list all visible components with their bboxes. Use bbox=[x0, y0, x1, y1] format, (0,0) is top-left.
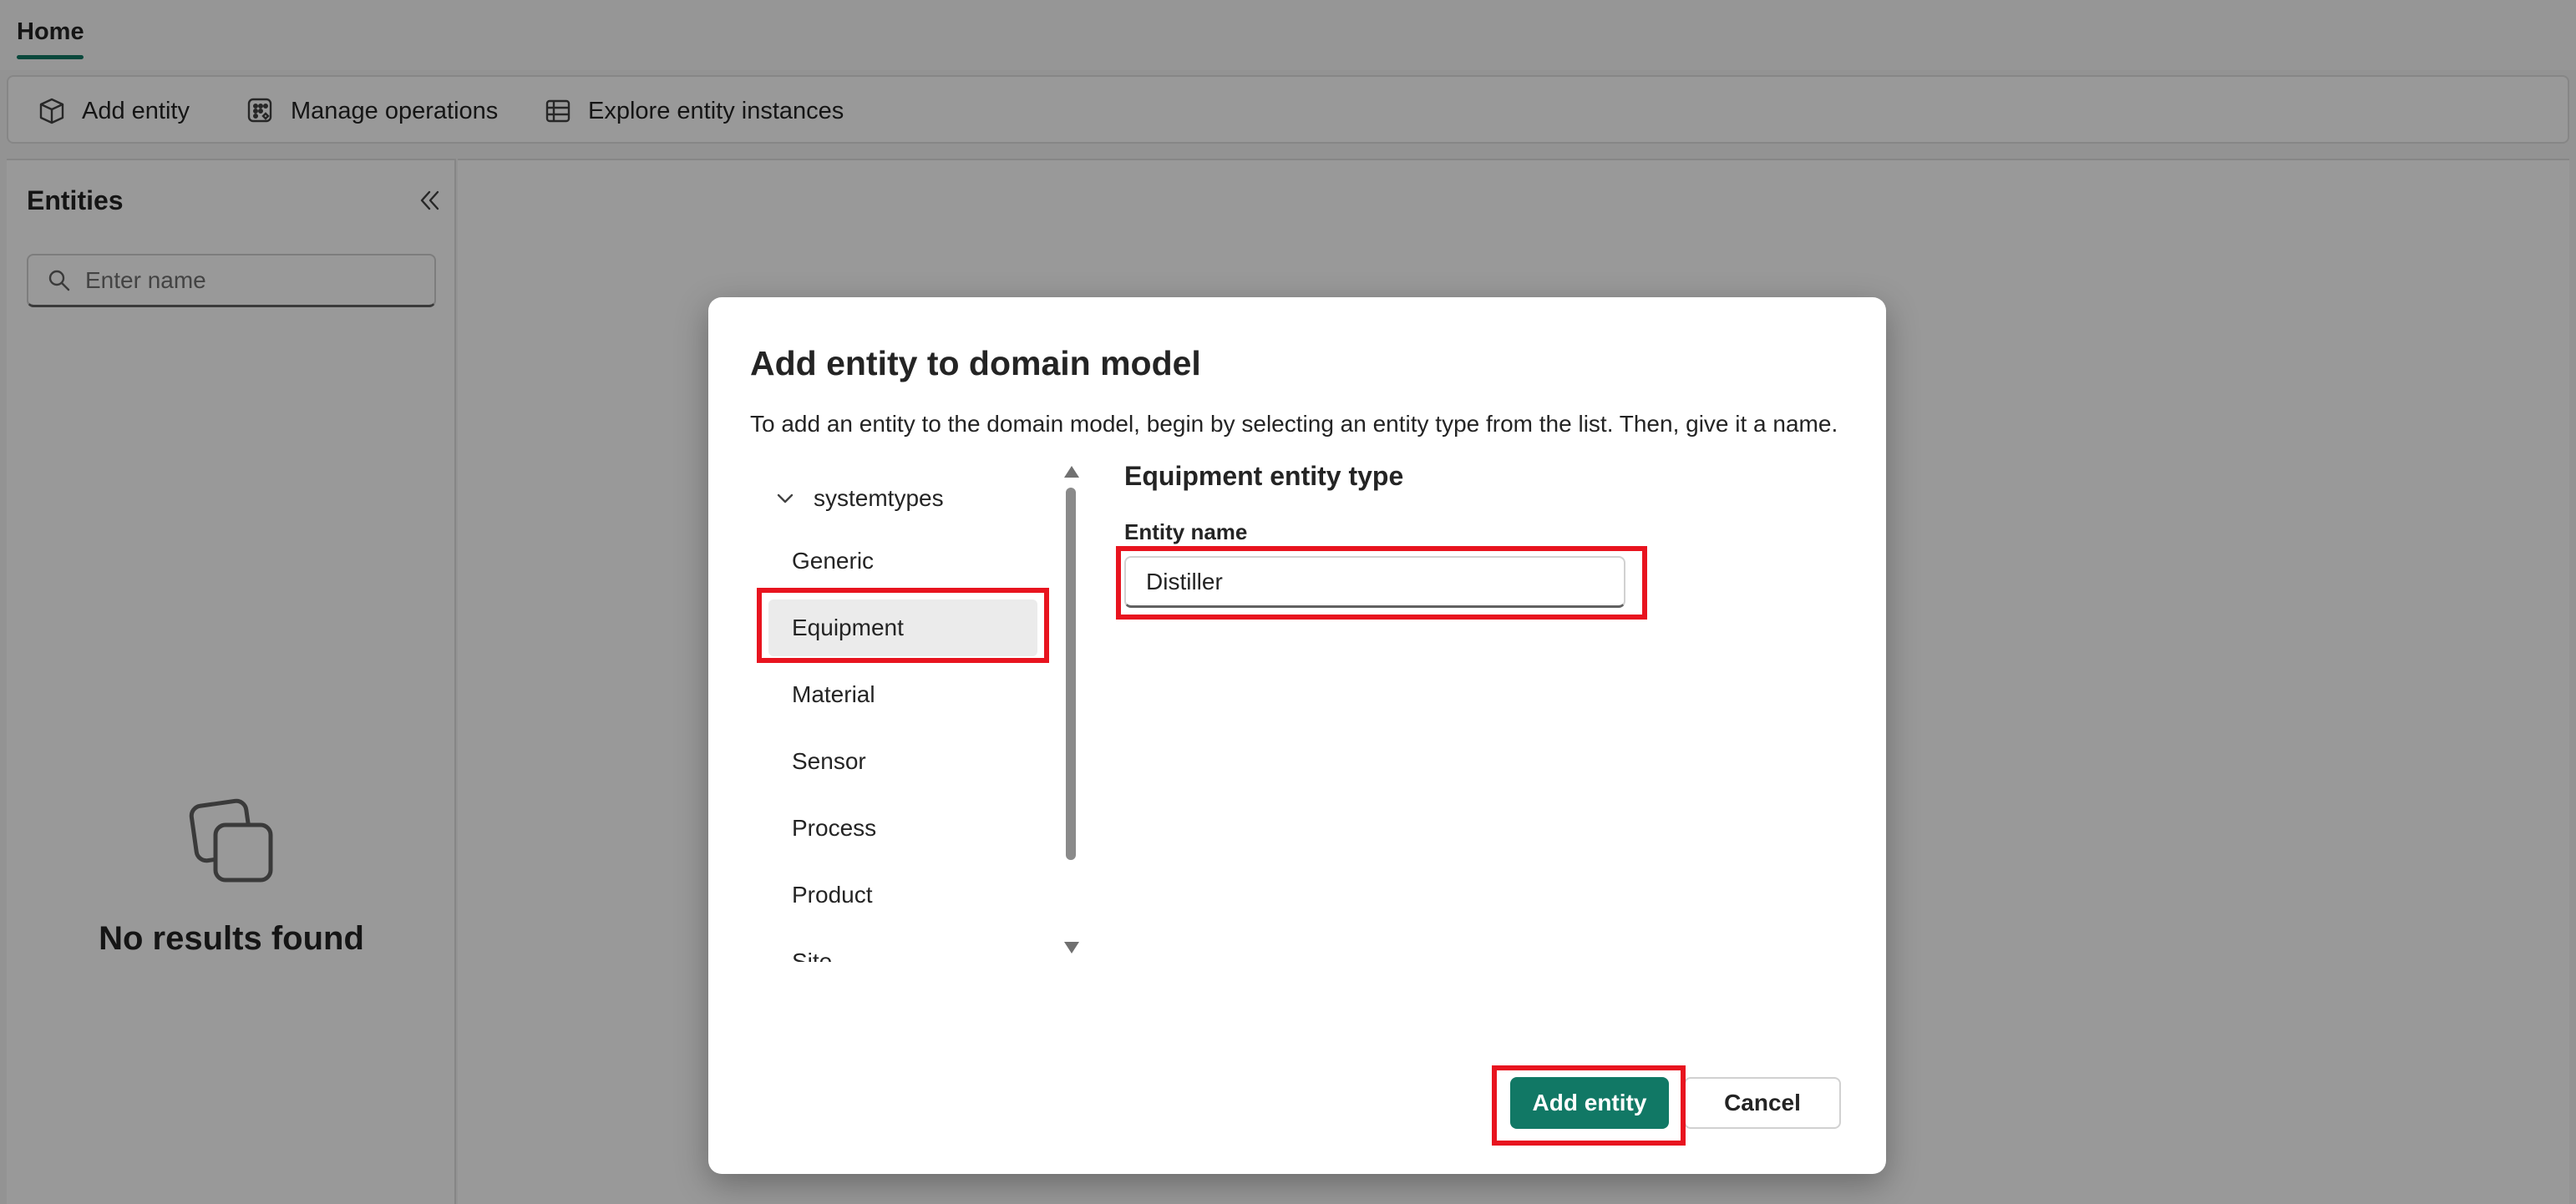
tree-item-process[interactable]: Process bbox=[768, 800, 1037, 857]
scrollbar-thumb[interactable] bbox=[1066, 488, 1076, 860]
cancel-button[interactable]: Cancel bbox=[1684, 1077, 1841, 1129]
chevron-down-icon bbox=[777, 493, 794, 503]
tree-root-label: systemtypes bbox=[814, 485, 944, 511]
entity-type-tree: systemtypes Generic Equipment Material S… bbox=[758, 466, 1084, 962]
tree-item-site[interactable]: Site bbox=[768, 933, 1037, 962]
add-entity-dialog: Add entity to domain model To add an ent… bbox=[708, 297, 1886, 1174]
tree-item-material[interactable]: Material bbox=[768, 666, 1037, 723]
entity-name-input[interactable] bbox=[1124, 556, 1625, 608]
scroll-up-arrow-icon[interactable] bbox=[1064, 466, 1079, 478]
dialog-description: To add an entity to the domain model, be… bbox=[750, 411, 1838, 437]
tree-item-generic[interactable]: Generic bbox=[768, 533, 1037, 589]
add-entity-button[interactable]: Add entity bbox=[1510, 1077, 1669, 1129]
tree-item-sensor[interactable]: Sensor bbox=[768, 733, 1037, 790]
tree-item-equipment[interactable]: Equipment bbox=[768, 599, 1037, 656]
tree-item-product[interactable]: Product bbox=[768, 867, 1037, 923]
entity-name-label: Entity name bbox=[1124, 519, 1248, 544]
tree-scrollbar[interactable] bbox=[1062, 464, 1079, 957]
dialog-title: Add entity to domain model bbox=[750, 344, 1201, 382]
entity-type-heading: Equipment entity type bbox=[1124, 461, 1404, 491]
scroll-down-arrow-icon[interactable] bbox=[1064, 942, 1079, 954]
tree-node-systemtypes[interactable]: systemtypes bbox=[775, 478, 944, 519]
